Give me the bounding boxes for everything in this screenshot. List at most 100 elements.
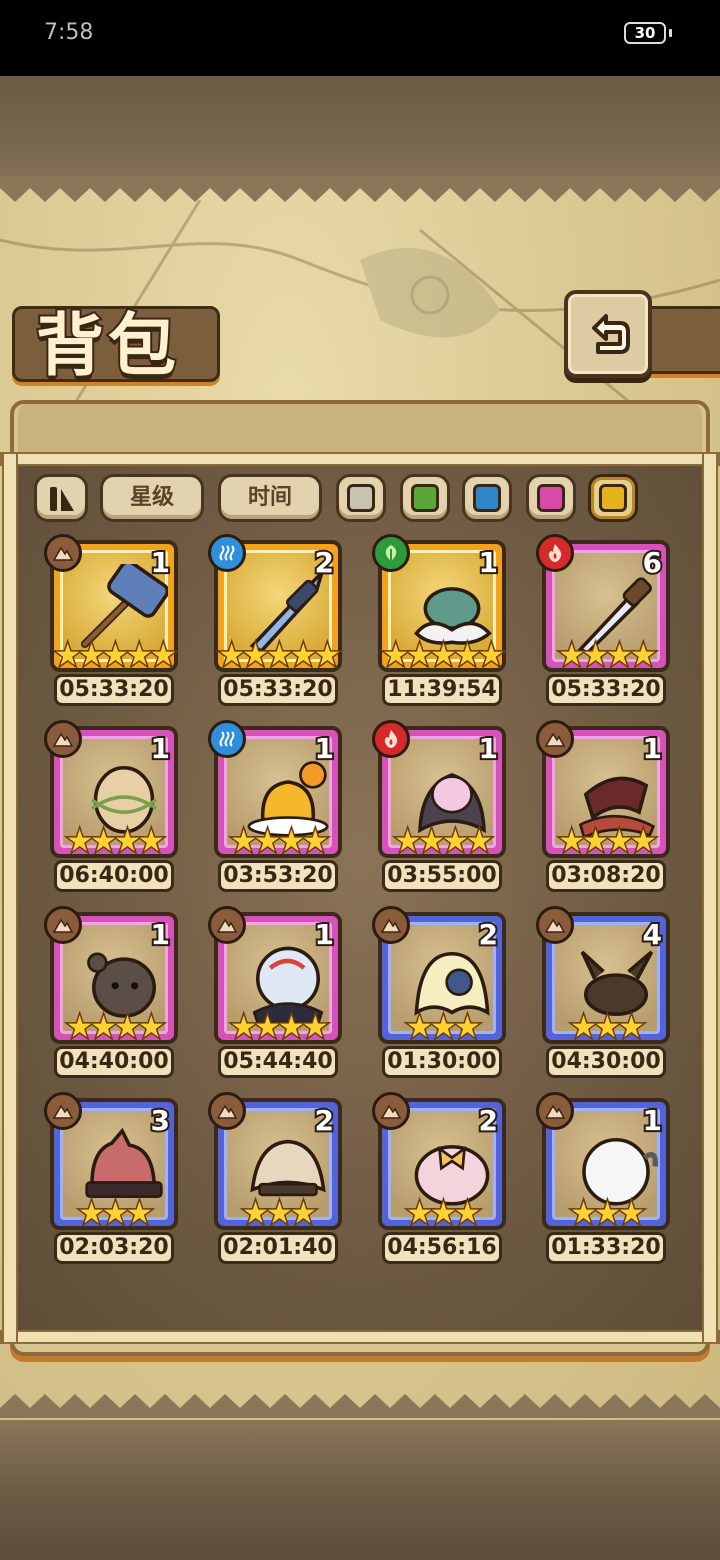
inventory-item[interactable]: 1 ★★★★ 06:40:00	[44, 720, 184, 896]
item-count: 2	[312, 1102, 336, 1139]
star-rating: ★★★	[405, 1010, 483, 1045]
inventory-item[interactable]: 1 ★★★ 01:33:20	[536, 1092, 676, 1268]
item-timer: 05:33:20	[546, 674, 666, 706]
inventory-item[interactable]: 1 ★★★★ 03:08:20	[536, 720, 676, 896]
item-count: 2	[476, 1102, 500, 1139]
item-count: 1	[476, 730, 500, 767]
nature-element-icon	[372, 534, 410, 572]
item-count: 6	[640, 544, 664, 581]
page-title: 背包	[34, 304, 181, 388]
star-rating: ★★★★	[65, 824, 167, 859]
earth-element-icon	[44, 906, 82, 944]
color-swatch	[599, 484, 627, 512]
background-bottom	[0, 1420, 720, 1560]
sort-by-star-button[interactable]: 星级	[100, 474, 204, 522]
item-timer: 06:40:00	[54, 860, 174, 892]
color-filter-pink[interactable]	[526, 474, 576, 522]
inventory-item[interactable]: 2 ★★★ 04:56:16	[372, 1092, 512, 1268]
inventory-item[interactable]: 1 ★★★★★ 11:39:54	[372, 534, 512, 710]
inventory-item[interactable]: 4 ★★★ 04:30:00	[536, 906, 676, 1082]
inventory-item[interactable]: 1 ★★★★ 03:53:20	[208, 720, 348, 896]
inventory-item[interactable]: 1 ★★★★ 05:44:40	[208, 906, 348, 1082]
item-count: 1	[148, 544, 172, 581]
item-count: 1	[312, 730, 336, 767]
panel-header-bar	[18, 404, 702, 455]
water-element-icon	[208, 720, 246, 758]
item-timer: 02:01:40	[218, 1232, 338, 1264]
sort-order-toggle[interactable]	[34, 474, 88, 522]
item-timer: 03:08:20	[546, 860, 666, 892]
star-rating: ★★★★	[229, 1010, 331, 1045]
color-filter-gray[interactable]	[336, 474, 386, 522]
star-rating: ★★★	[569, 1010, 647, 1045]
item-timer: 01:30:00	[382, 1046, 502, 1078]
item-timer: 04:30:00	[546, 1046, 666, 1078]
inventory-item[interactable]: 1 ★★★★ 03:55:00	[372, 720, 512, 896]
color-swatch	[473, 484, 501, 512]
star-rating: ★★★★	[393, 824, 495, 859]
item-count: 2	[312, 544, 336, 581]
item-count: 1	[148, 916, 172, 953]
star-rating: ★★★	[569, 1196, 647, 1231]
star-rating: ★★★★	[65, 1010, 167, 1045]
sort-by-time-button[interactable]: 时间	[218, 474, 322, 522]
item-timer: 11:39:54	[382, 674, 502, 706]
item-count: 1	[148, 730, 172, 767]
earth-element-icon	[44, 720, 82, 758]
inventory-item[interactable]: 2 ★★★ 02:01:40	[208, 1092, 348, 1268]
item-timer: 04:56:16	[382, 1232, 502, 1264]
earth-element-icon	[372, 906, 410, 944]
water-element-icon	[208, 534, 246, 572]
item-count: 1	[640, 1102, 664, 1139]
color-swatch	[347, 484, 375, 512]
earth-element-icon	[536, 1092, 574, 1130]
battery-tip	[669, 29, 672, 37]
inventory-item[interactable]: 2 ★★★ 01:30:00	[372, 906, 512, 1082]
earth-element-icon	[372, 1092, 410, 1130]
star-rating: ★★★★★	[217, 638, 342, 673]
back-button[interactable]	[564, 290, 652, 378]
star-rating: ★★★★	[229, 824, 331, 859]
item-count: 2	[476, 916, 500, 953]
item-timer: 03:53:20	[218, 860, 338, 892]
item-timer: 04:40:00	[54, 1046, 174, 1078]
star-rating: ★★★★	[557, 824, 659, 859]
earth-element-icon	[536, 906, 574, 944]
star-rating: ★★★	[77, 1196, 155, 1231]
earth-element-icon	[44, 1092, 82, 1130]
item-count: 4	[640, 916, 664, 953]
star-rating: ★★★★★	[53, 638, 178, 673]
item-timer: 02:03:20	[54, 1232, 174, 1264]
item-timer: 05:44:40	[218, 1046, 338, 1078]
star-rating: ★★★★	[557, 638, 659, 673]
color-swatch	[411, 484, 439, 512]
color-filter-green[interactable]	[400, 474, 450, 522]
inventory-item[interactable]: 6 ★★★★ 05:33:20	[536, 534, 676, 710]
inventory-item[interactable]: 3 ★★★ 02:03:20	[44, 1092, 184, 1268]
fire-element-icon	[536, 534, 574, 572]
inventory-item[interactable]: 2 ★★★★★ 05:33:20	[208, 534, 348, 710]
status-time: 7:58	[44, 20, 94, 45]
item-timer: 05:33:20	[54, 674, 174, 706]
status-bar: 7:58 30	[0, 0, 720, 76]
color-filter-blue[interactable]	[462, 474, 512, 522]
return-arrow-icon	[592, 314, 630, 354]
zigzag-border-bottom	[0, 1394, 720, 1418]
earth-element-icon	[208, 1092, 246, 1130]
sort-order-icon	[50, 487, 74, 511]
inventory-item[interactable]: 1 ★★★★ 04:40:00	[44, 906, 184, 1082]
item-timer: 03:55:00	[382, 860, 502, 892]
item-timer: 05:33:20	[218, 674, 338, 706]
panel-rail-top	[0, 452, 720, 466]
item-count: 1	[476, 544, 500, 581]
inventory-item[interactable]: 1 ★★★★★ 05:33:20	[44, 534, 184, 710]
battery-icon: 30	[624, 22, 666, 44]
color-filter-gold[interactable]	[588, 474, 638, 522]
zigzag-border-top	[0, 178, 720, 202]
color-swatch	[537, 484, 565, 512]
item-count: 1	[640, 730, 664, 767]
item-count: 1	[312, 916, 336, 953]
item-count: 3	[148, 1102, 172, 1139]
panel-rail-bottom	[0, 1330, 720, 1344]
star-rating: ★★★★★	[381, 638, 506, 673]
